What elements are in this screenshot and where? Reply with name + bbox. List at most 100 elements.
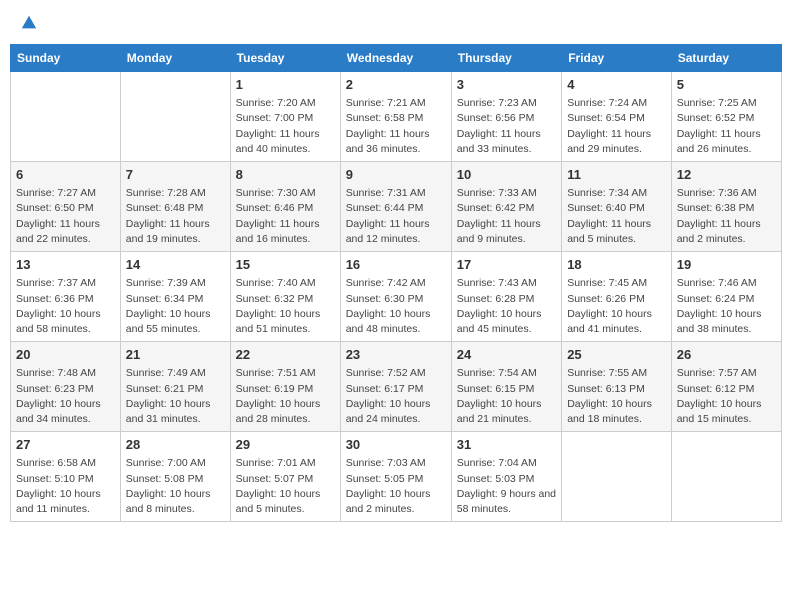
day-info: Sunrise: 7:52 AM Sunset: 6:17 PM Dayligh… (346, 366, 446, 427)
day-number: 12 (677, 166, 776, 184)
day-number: 19 (677, 256, 776, 274)
day-number: 11 (567, 166, 666, 184)
day-number: 10 (457, 166, 556, 184)
day-number: 27 (16, 436, 115, 454)
calendar-table: SundayMondayTuesdayWednesdayThursdayFrid… (10, 44, 782, 522)
day-number: 13 (16, 256, 115, 274)
calendar-week-row: 1 Sunrise: 7:20 AM Sunset: 7:00 PM Daylig… (11, 72, 782, 162)
column-header-sunday: Sunday (11, 45, 121, 72)
calendar-cell: 5 Sunrise: 7:25 AM Sunset: 6:52 PM Daylig… (671, 72, 781, 162)
day-info: Sunrise: 7:34 AM Sunset: 6:40 PM Dayligh… (567, 186, 666, 247)
calendar-week-row: 6 Sunrise: 7:27 AM Sunset: 6:50 PM Daylig… (11, 162, 782, 252)
day-info: Sunrise: 7:21 AM Sunset: 6:58 PM Dayligh… (346, 96, 446, 157)
day-number: 5 (677, 76, 776, 94)
day-number: 26 (677, 346, 776, 364)
day-number: 4 (567, 76, 666, 94)
day-info: Sunrise: 7:48 AM Sunset: 6:23 PM Dayligh… (16, 366, 115, 427)
day-info: Sunrise: 7:23 AM Sunset: 6:56 PM Dayligh… (457, 96, 556, 157)
column-header-saturday: Saturday (671, 45, 781, 72)
calendar-cell: 8 Sunrise: 7:30 AM Sunset: 6:46 PM Daylig… (230, 162, 340, 252)
day-info: Sunrise: 7:51 AM Sunset: 6:19 PM Dayligh… (236, 366, 335, 427)
calendar-cell: 6 Sunrise: 7:27 AM Sunset: 6:50 PM Daylig… (11, 162, 121, 252)
day-info: Sunrise: 7:20 AM Sunset: 7:00 PM Dayligh… (236, 96, 335, 157)
day-info: Sunrise: 7:46 AM Sunset: 6:24 PM Dayligh… (677, 276, 776, 337)
day-number: 16 (346, 256, 446, 274)
calendar-cell: 22 Sunrise: 7:51 AM Sunset: 6:19 PM Dayli… (230, 342, 340, 432)
calendar-cell: 14Sunrise: 7:39 AM Sunset: 6:34 PM Dayli… (120, 252, 230, 342)
calendar-cell: 27 Sunrise: 6:58 AM Sunset: 5:10 PM Dayli… (11, 432, 121, 522)
calendar-cell: 29 Sunrise: 7:01 AM Sunset: 5:07 PM Dayli… (230, 432, 340, 522)
day-number: 9 (346, 166, 446, 184)
day-info: Sunrise: 7:37 AM Sunset: 6:36 PM Dayligh… (16, 276, 115, 337)
calendar-cell: 21 Sunrise: 7:49 AM Sunset: 6:21 PM Dayli… (120, 342, 230, 432)
day-info: Sunrise: 7:01 AM Sunset: 5:07 PM Dayligh… (236, 456, 335, 517)
day-number: 22 (236, 346, 335, 364)
day-number: 15 (236, 256, 335, 274)
day-number: 29 (236, 436, 335, 454)
column-header-wednesday: Wednesday (340, 45, 451, 72)
day-number: 6 (16, 166, 115, 184)
day-info: Sunrise: 7:33 AM Sunset: 6:42 PM Dayligh… (457, 186, 556, 247)
day-info: Sunrise: 7:30 AM Sunset: 6:46 PM Dayligh… (236, 186, 335, 247)
day-number: 31 (457, 436, 556, 454)
day-info: Sunrise: 7:49 AM Sunset: 6:21 PM Dayligh… (126, 366, 225, 427)
calendar-cell: 26Sunrise: 7:57 AM Sunset: 6:12 PM Dayli… (671, 342, 781, 432)
calendar-cell: 19 Sunrise: 7:46 AM Sunset: 6:24 PM Dayli… (671, 252, 781, 342)
day-number: 17 (457, 256, 556, 274)
calendar-cell: 28 Sunrise: 7:00 AM Sunset: 5:08 PM Dayli… (120, 432, 230, 522)
day-number: 21 (126, 346, 225, 364)
calendar-cell: 13 Sunrise: 7:37 AM Sunset: 6:36 PM Dayli… (11, 252, 121, 342)
calendar-cell: 16 Sunrise: 7:42 AM Sunset: 6:30 PM Dayli… (340, 252, 451, 342)
day-info: Sunrise: 7:28 AM Sunset: 6:48 PM Dayligh… (126, 186, 225, 247)
day-info: Sunrise: 7:45 AM Sunset: 6:26 PM Dayligh… (567, 276, 666, 337)
calendar-cell: 12 Sunrise: 7:36 AM Sunset: 6:38 PM Dayli… (671, 162, 781, 252)
day-info: Sunrise: 6:58 AM Sunset: 5:10 PM Dayligh… (16, 456, 115, 517)
day-number: 25 (567, 346, 666, 364)
day-info: Sunrise: 7:40 AM Sunset: 6:32 PM Dayligh… (236, 276, 335, 337)
day-info: Sunrise: 7:55 AM Sunset: 6:13 PM Dayligh… (567, 366, 666, 427)
calendar-cell (11, 72, 121, 162)
column-header-monday: Monday (120, 45, 230, 72)
day-number: 2 (346, 76, 446, 94)
day-info: Sunrise: 7:31 AM Sunset: 6:44 PM Dayligh… (346, 186, 446, 247)
calendar-cell (671, 432, 781, 522)
calendar-cell: 7 Sunrise: 7:28 AM Sunset: 6:48 PM Daylig… (120, 162, 230, 252)
calendar-cell: 2 Sunrise: 7:21 AM Sunset: 6:58 PM Daylig… (340, 72, 451, 162)
calendar-cell: 20Sunrise: 7:48 AM Sunset: 6:23 PM Dayli… (11, 342, 121, 432)
day-number: 24 (457, 346, 556, 364)
day-number: 7 (126, 166, 225, 184)
logo (18, 14, 38, 32)
calendar-cell: 31 Sunrise: 7:04 AM Sunset: 5:03 PM Dayli… (451, 432, 561, 522)
calendar-cell: 23 Sunrise: 7:52 AM Sunset: 6:17 PM Dayli… (340, 342, 451, 432)
day-info: Sunrise: 7:43 AM Sunset: 6:28 PM Dayligh… (457, 276, 556, 337)
day-number: 28 (126, 436, 225, 454)
calendar-cell (562, 432, 672, 522)
column-header-thursday: Thursday (451, 45, 561, 72)
day-number: 8 (236, 166, 335, 184)
calendar-week-row: 13 Sunrise: 7:37 AM Sunset: 6:36 PM Dayli… (11, 252, 782, 342)
calendar-header-row: SundayMondayTuesdayWednesdayThursdayFrid… (11, 45, 782, 72)
day-info: Sunrise: 7:42 AM Sunset: 6:30 PM Dayligh… (346, 276, 446, 337)
calendar-cell: 10 Sunrise: 7:33 AM Sunset: 6:42 PM Dayli… (451, 162, 561, 252)
calendar-cell: 30Sunrise: 7:03 AM Sunset: 5:05 PM Dayli… (340, 432, 451, 522)
calendar-cell: 15 Sunrise: 7:40 AM Sunset: 6:32 PM Dayli… (230, 252, 340, 342)
calendar-cell: 18 Sunrise: 7:45 AM Sunset: 6:26 PM Dayli… (562, 252, 672, 342)
day-number: 30 (346, 436, 446, 454)
calendar-cell: 1 Sunrise: 7:20 AM Sunset: 7:00 PM Daylig… (230, 72, 340, 162)
day-info: Sunrise: 7:25 AM Sunset: 6:52 PM Dayligh… (677, 96, 776, 157)
calendar-cell: 4Sunrise: 7:24 AM Sunset: 6:54 PM Daylig… (562, 72, 672, 162)
column-header-tuesday: Tuesday (230, 45, 340, 72)
calendar-cell (120, 72, 230, 162)
day-number: 3 (457, 76, 556, 94)
day-number: 14 (126, 256, 225, 274)
calendar-cell: 17 Sunrise: 7:43 AM Sunset: 6:28 PM Dayli… (451, 252, 561, 342)
day-info: Sunrise: 7:36 AM Sunset: 6:38 PM Dayligh… (677, 186, 776, 247)
day-number: 23 (346, 346, 446, 364)
day-info: Sunrise: 7:00 AM Sunset: 5:08 PM Dayligh… (126, 456, 225, 517)
day-number: 18 (567, 256, 666, 274)
day-number: 1 (236, 76, 335, 94)
day-info: Sunrise: 7:04 AM Sunset: 5:03 PM Dayligh… (457, 456, 556, 517)
page-header (10, 10, 782, 36)
calendar-cell: 24Sunrise: 7:54 AM Sunset: 6:15 PM Dayli… (451, 342, 561, 432)
day-info: Sunrise: 7:27 AM Sunset: 6:50 PM Dayligh… (16, 186, 115, 247)
